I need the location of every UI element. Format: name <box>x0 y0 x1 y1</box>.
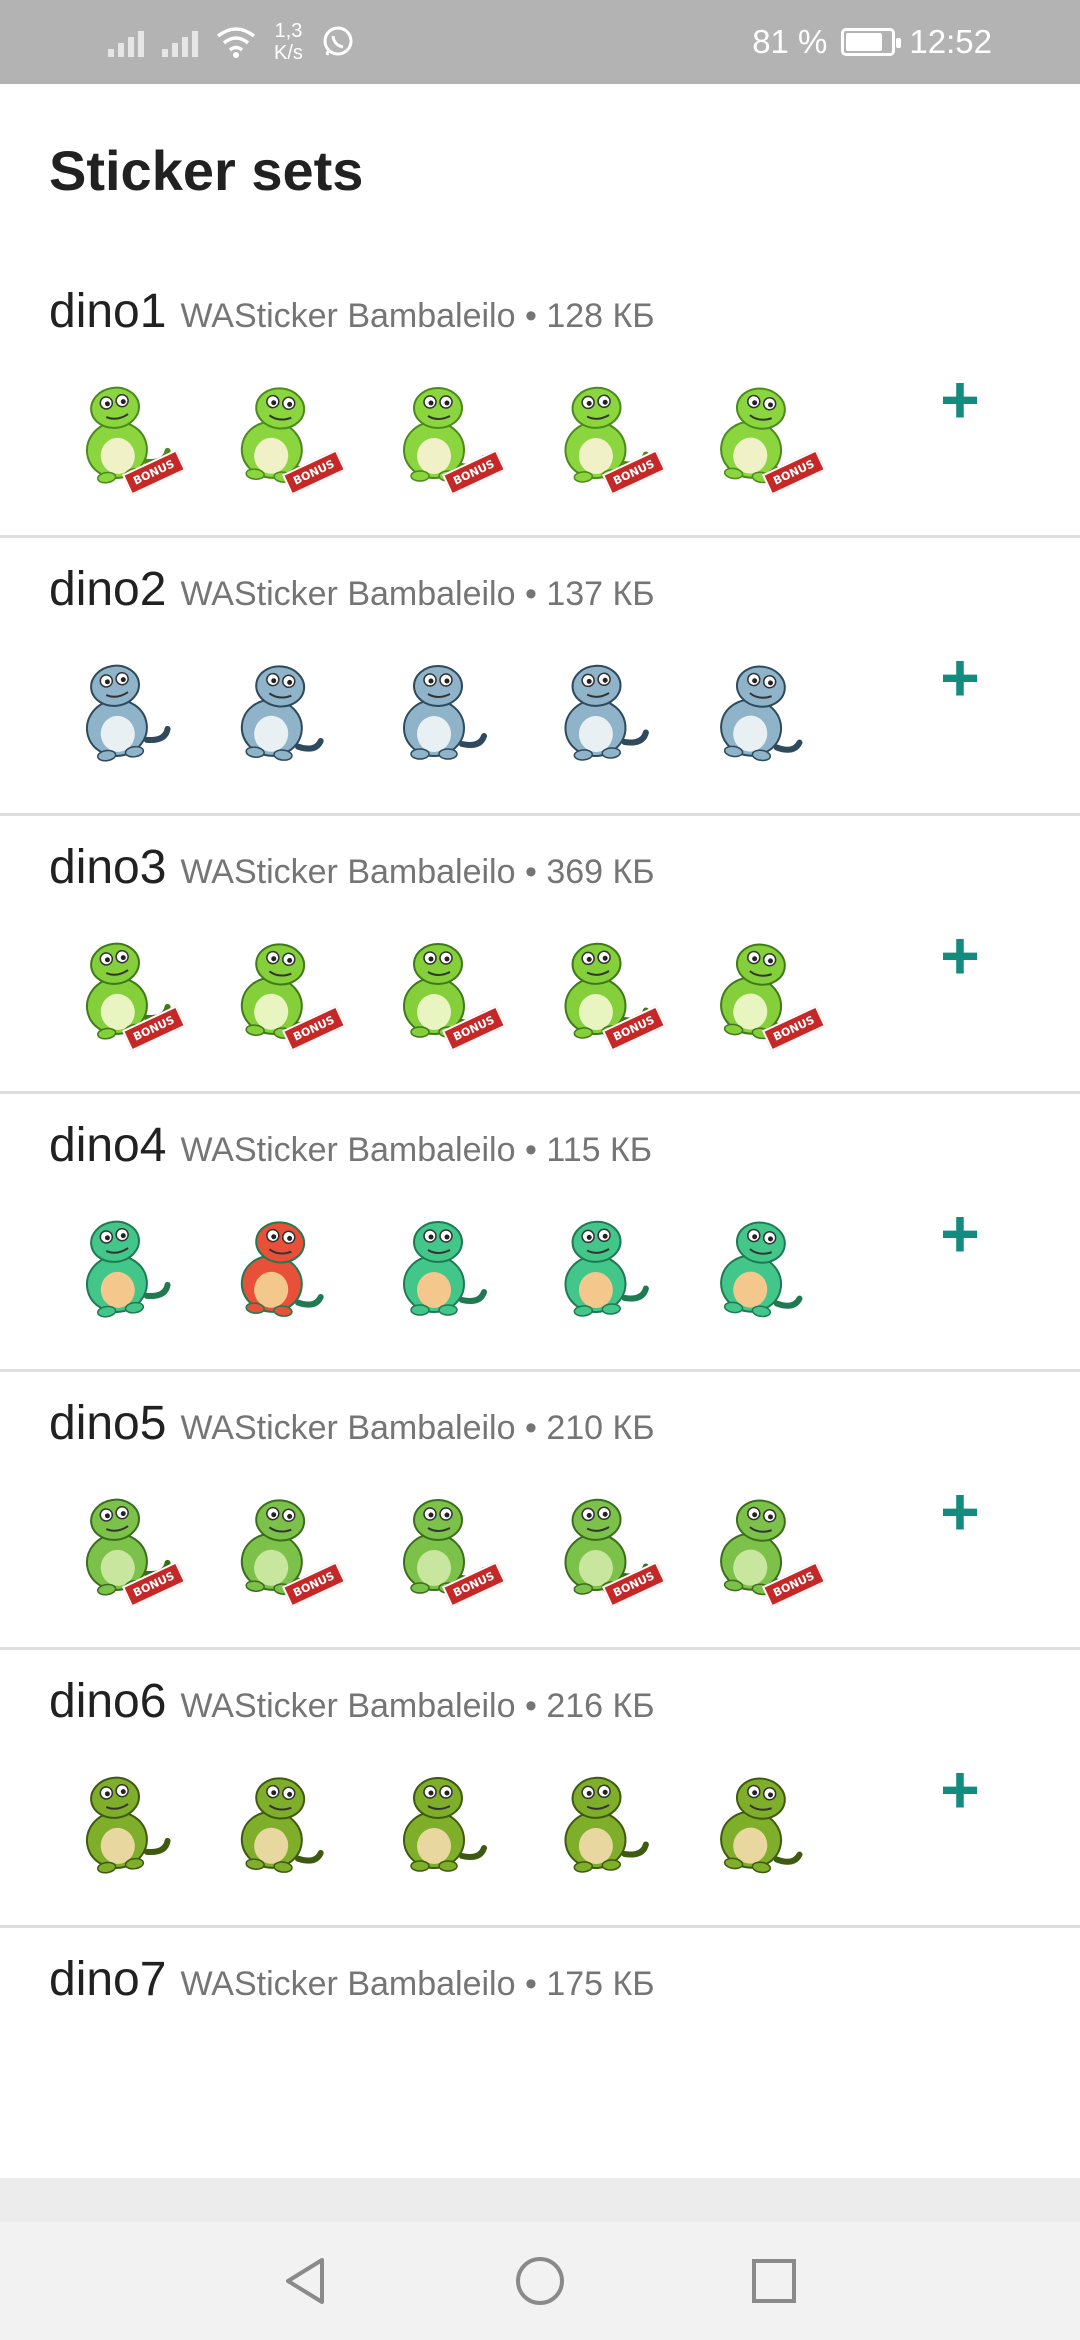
sticker-set-list: dino1 WASticker Bambaleilo • 128 КБ BONUS B… <box>0 260 1080 2206</box>
sticker-set-name: dino7 <box>49 1953 167 2006</box>
battery-fill <box>846 33 883 51</box>
network-speed: 1,3 K/s <box>274 20 303 64</box>
sticker-thumbnail: BONUS <box>696 926 827 1052</box>
sticker-set-row[interactable]: dino2 WASticker Bambaleilo • 137 КБ + <box>0 538 1080 816</box>
sticker-thumbnail <box>696 648 814 766</box>
sticker-set-meta: WASticker Bambaleilo • 210 КБ <box>180 1409 655 1447</box>
sticker-set-row[interactable]: dino3 WASticker Bambaleilo • 369 КБ BONUS B… <box>0 816 1080 1094</box>
sticker-set-row[interactable]: dino1 WASticker Bambaleilo • 128 КБ BONUS B… <box>0 260 1080 538</box>
sticker-thumbnail <box>56 1204 174 1322</box>
clock: 12:52 <box>909 23 992 60</box>
status-right: 81 % 12:52 <box>752 0 992 84</box>
sticker-thumbnail: BONUS <box>376 926 507 1052</box>
sticker-set-row[interactable]: dino6 WASticker Bambaleilo • 216 КБ + <box>0 1650 1080 1928</box>
sticker-set-header: dino1 WASticker Bambaleilo • 128 КБ <box>49 284 655 339</box>
sticker-set-row[interactable]: dino5 WASticker Bambaleilo • 210 КБ BONUS B… <box>0 1372 1080 1650</box>
sticker-thumbnail <box>216 648 334 766</box>
sticker-set-meta: WASticker Bambaleilo • 369 КБ <box>180 853 655 891</box>
sticker-preview-strip <box>56 1204 814 1322</box>
sticker-set-header: dino3 WASticker Bambaleilo • 369 КБ <box>49 840 655 895</box>
page-title: Sticker sets <box>49 139 364 202</box>
sticker-thumbnail: BONUS <box>696 370 827 496</box>
sticker-set-row[interactable]: dino4 WASticker Bambaleilo • 115 КБ + <box>0 1094 1080 1372</box>
sticker-thumbnail <box>376 1760 494 1878</box>
sticker-set-name: dino4 <box>49 1119 167 1172</box>
back-triangle-icon[interactable] <box>279 2254 333 2308</box>
battery-icon <box>841 28 902 56</box>
whatsapp-icon <box>323 26 353 56</box>
sticker-thumbnail: BONUS <box>216 1482 347 1608</box>
sticker-thumbnail <box>56 648 174 766</box>
sticker-set-row[interactable]: dino7 WASticker Bambaleilo • 175 КБ <box>0 1928 1080 2206</box>
sticker-set-name: dino3 <box>49 841 167 894</box>
sticker-set-meta: WASticker Bambaleilo • 216 КБ <box>180 1687 655 1725</box>
sticker-thumbnail <box>216 1204 334 1322</box>
sticker-thumbnail <box>536 648 654 766</box>
plus-icon[interactable]: + <box>930 1474 990 1550</box>
sticker-preview-strip <box>56 1760 814 1878</box>
sticker-thumbnail: BONUS <box>56 926 187 1052</box>
sticker-thumbnail: BONUS <box>56 370 187 496</box>
battery-percent: 81 % <box>752 23 828 60</box>
sticker-thumbnail <box>56 1760 174 1878</box>
sticker-thumbnail: BONUS <box>536 1482 667 1608</box>
navigation-bar <box>0 2178 1080 2340</box>
plus-icon[interactable]: + <box>930 1196 990 1272</box>
status-bar: 1,3 K/s 81 % 12:52 <box>0 0 1080 84</box>
signal-icon <box>108 27 144 57</box>
sticker-thumbnail <box>376 1204 494 1322</box>
sticker-set-header: dino6 WASticker Bambaleilo • 216 КБ <box>49 1674 655 1729</box>
sticker-preview-strip: BONUS BONUS BONUS BONUS BONUS <box>56 926 827 1052</box>
sticker-thumbnail: BONUS <box>536 370 667 496</box>
sticker-thumbnail: BONUS <box>216 926 347 1052</box>
sticker-thumbnail: BONUS <box>376 370 507 496</box>
signal-2-icon <box>162 27 198 57</box>
home-circle-icon[interactable] <box>513 2254 567 2308</box>
plus-icon[interactable]: + <box>930 640 990 716</box>
sticker-set-header: dino5 WASticker Bambaleilo • 210 КБ <box>49 1396 655 1451</box>
sticker-set-name: dino6 <box>49 1675 167 1728</box>
sticker-thumbnail: BONUS <box>536 926 667 1052</box>
sticker-preview-strip: BONUS BONUS BONUS BONUS BONUS <box>56 1482 827 1608</box>
sticker-thumbnail: BONUS <box>56 1482 187 1608</box>
speed-unit: K/s <box>274 42 303 64</box>
sticker-thumbnail <box>536 1760 654 1878</box>
sticker-thumbnail: BONUS <box>696 1482 827 1608</box>
sticker-thumbnail: BONUS <box>376 1482 507 1608</box>
sticker-thumbnail <box>376 648 494 766</box>
sticker-thumbnail <box>536 1204 654 1322</box>
sticker-set-name: dino2 <box>49 563 167 616</box>
plus-icon[interactable]: + <box>930 362 990 438</box>
sticker-set-name: dino5 <box>49 1397 167 1450</box>
sticker-set-meta: WASticker Bambaleilo • 137 КБ <box>180 575 655 613</box>
sticker-preview-strip <box>56 648 814 766</box>
wifi-icon <box>216 27 256 58</box>
sticker-set-header: dino2 WASticker Bambaleilo • 137 КБ <box>49 562 655 617</box>
status-left: 1,3 K/s <box>108 0 355 84</box>
recent-square-icon[interactable] <box>747 2254 801 2308</box>
sticker-set-header: dino4 WASticker Bambaleilo • 115 КБ <box>49 1118 652 1173</box>
sticker-set-meta: WASticker Bambaleilo • 175 КБ <box>180 1965 655 2003</box>
sticker-thumbnail <box>696 1204 814 1322</box>
plus-icon[interactable]: + <box>930 918 990 994</box>
speed-value: 1,3 <box>274 20 303 42</box>
bottom-strip <box>0 2178 1080 2222</box>
sticker-set-header: dino7 WASticker Bambaleilo • 175 КБ <box>49 1952 655 2007</box>
sticker-thumbnail <box>216 1760 334 1878</box>
sticker-thumbnail: BONUS <box>216 370 347 496</box>
sticker-set-meta: WASticker Bambaleilo • 128 КБ <box>180 297 655 335</box>
sticker-set-meta: WASticker Bambaleilo • 115 КБ <box>180 1131 653 1169</box>
sticker-set-name: dino1 <box>49 285 167 338</box>
sticker-preview-strip: BONUS BONUS BONUS BONUS BONUS <box>56 370 827 496</box>
plus-icon[interactable]: + <box>930 1752 990 1828</box>
sticker-thumbnail <box>696 1760 814 1878</box>
